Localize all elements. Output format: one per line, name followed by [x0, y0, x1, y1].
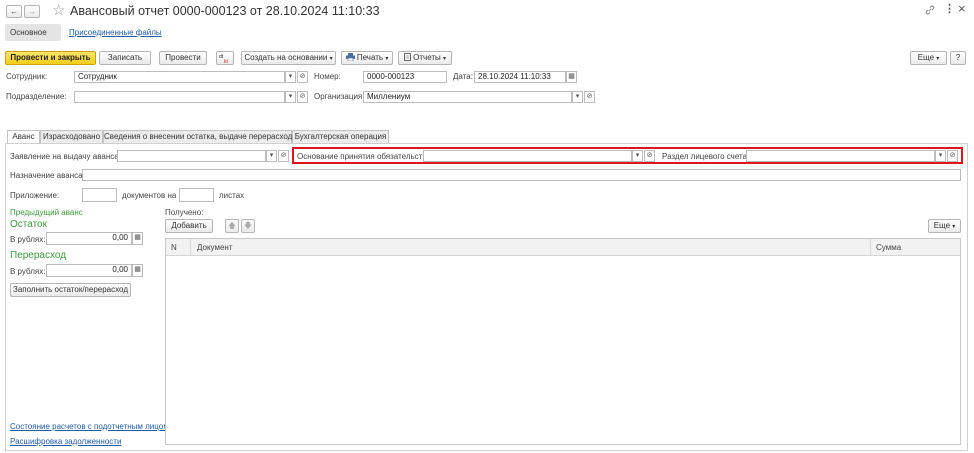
column-header-sum[interactable]: Сумма	[876, 243, 901, 253]
link-icon[interactable]	[924, 4, 936, 16]
dt-kt-button[interactable]: dt kt	[216, 51, 234, 65]
account-section-label: Раздел лицевого счета:	[662, 152, 750, 161]
department-label: Подразделение:	[6, 92, 67, 101]
department-open-link-icon[interactable]: ⊘	[297, 91, 308, 103]
employee-label: Сотрудник:	[6, 72, 48, 81]
advance-request-field[interactable]	[117, 150, 266, 162]
chevron-down-icon: ▾	[329, 56, 333, 62]
sheets-label: листах	[219, 191, 245, 200]
chevron-down-icon: ▾	[443, 56, 447, 62]
department-dropdown-icon[interactable]: ▾	[285, 91, 296, 103]
purpose-label: Назначение аванса:	[10, 171, 85, 180]
printer-icon	[345, 53, 355, 62]
add-button[interactable]: Добавить	[165, 219, 213, 233]
post-and-close-button[interactable]: Провести и закрыть	[5, 51, 96, 65]
received-label: Получено:	[165, 208, 204, 217]
number-label: Номер:	[314, 72, 341, 81]
overspend-rubles-field[interactable]: 0,00	[46, 264, 132, 277]
fill-remainder-button[interactable]: Заполнить остаток/перерасход	[10, 283, 131, 297]
documents-count-field[interactable]	[82, 188, 117, 202]
employee-open-link-icon[interactable]: ⊘	[297, 71, 308, 83]
remainder-rubles-field[interactable]: 0,00	[46, 232, 132, 245]
advance-request-open-link-icon[interactable]: ⊘	[278, 150, 289, 162]
basis-label: Основание принятия обязательства:	[297, 152, 434, 161]
basis-dropdown-icon[interactable]: ▾	[632, 150, 643, 162]
department-field[interactable]	[74, 91, 285, 103]
received-more-button[interactable]: Еще ▾	[928, 219, 961, 233]
number-field[interactable]: 0000-000123	[363, 71, 447, 83]
close-icon[interactable]: ×	[958, 2, 966, 16]
column-header-document[interactable]: Документ	[197, 243, 233, 253]
tab-spent[interactable]: Израсходовано	[40, 130, 103, 143]
column-divider	[190, 239, 191, 255]
remainder-calculator-icon[interactable]: ▦	[132, 232, 143, 245]
print-button[interactable]: Печать ▾	[341, 51, 393, 65]
move-down-button[interactable]: 🡇	[241, 219, 255, 233]
reports-button[interactable]: Отчеты ▾	[398, 51, 452, 65]
overspend-calculator-icon[interactable]: ▦	[132, 264, 143, 277]
organization-label: Организация:	[314, 92, 365, 101]
purpose-field[interactable]	[82, 169, 961, 181]
section-main-label: Основное	[10, 28, 47, 37]
arrow-up-icon: 🡅	[227, 221, 237, 230]
sheets-count-field[interactable]	[179, 188, 214, 202]
remainder-title: Остаток	[10, 219, 47, 230]
documents-on-label: документов на	[122, 191, 177, 200]
column-divider	[870, 239, 871, 255]
employee-dropdown-icon[interactable]: ▾	[285, 71, 296, 83]
remainder-rubles-label: В рублях:	[10, 235, 46, 244]
account-section-dropdown-icon[interactable]: ▾	[935, 150, 946, 162]
favorite-star-icon[interactable]: ☆	[52, 2, 65, 19]
column-header-n[interactable]: N	[171, 243, 177, 253]
forward-button[interactable]: →	[24, 5, 40, 18]
chevron-down-icon: ▾	[936, 56, 940, 62]
table-header	[166, 239, 960, 256]
page-title: Авансовый отчет 0000-000123 от 28.10.202…	[70, 4, 380, 18]
more-button[interactable]: Еще ▾	[910, 51, 947, 65]
save-button[interactable]: Записать	[99, 51, 151, 65]
basis-open-link-icon[interactable]: ⊘	[644, 150, 655, 162]
overspend-rubles-label: В рублях:	[10, 267, 46, 276]
arrow-right-icon: →	[28, 7, 36, 16]
arrow-down-icon: 🡇	[243, 221, 253, 230]
account-section-field[interactable]	[746, 150, 935, 162]
basis-field[interactable]	[423, 150, 632, 162]
debt-breakdown-link[interactable]: Расшифровка задолженности	[10, 437, 121, 447]
report-icon	[403, 53, 411, 61]
employee-field[interactable]: Сотрудник	[74, 71, 285, 83]
move-up-button[interactable]: 🡅	[225, 219, 239, 233]
advance-request-label: Заявление на выдачу аванса:	[10, 152, 121, 161]
chevron-down-icon: ▾	[385, 56, 389, 62]
debit-credit-icon: dtkt	[219, 54, 229, 65]
more-actions-icon[interactable]: ⋮	[944, 3, 955, 16]
create-based-on-button[interactable]: Создать на основании ▾	[241, 51, 336, 65]
organization-field[interactable]: Миллениум	[363, 91, 572, 103]
date-label: Дата:	[453, 72, 473, 81]
account-section-open-link-icon[interactable]: ⊘	[947, 150, 958, 162]
previous-advance-label: Предыдущий аванс	[10, 208, 83, 217]
settlements-status-link[interactable]: Состояние расчетов с подотчетным лицом	[10, 422, 169, 432]
date-field[interactable]: 28.10.2024 11:10:33	[474, 71, 566, 83]
overspend-title: Перерасход	[10, 250, 67, 261]
svg-text:kt: kt	[224, 59, 229, 63]
calendar-icon[interactable]: ▦	[566, 71, 577, 83]
tab-advance[interactable]: Аванс	[7, 130, 40, 144]
received-table[interactable]: N Документ Сумма	[165, 238, 961, 445]
post-button[interactable]: Провести	[159, 51, 207, 65]
tab-remainder-info[interactable]: Сведения о внесении остатка, выдаче пере…	[103, 130, 297, 143]
help-button[interactable]: ?	[950, 51, 966, 65]
organization-dropdown-icon[interactable]: ▾	[572, 91, 583, 103]
arrow-left-icon: ←	[10, 7, 18, 16]
section-attached-files[interactable]: Присоединенные файлы	[69, 28, 162, 38]
chevron-down-icon: ▾	[952, 224, 956, 230]
advance-request-dropdown-icon[interactable]: ▾	[266, 150, 277, 162]
attachment-label: Приложение:	[10, 191, 60, 200]
back-button[interactable]: ←	[6, 5, 22, 18]
organization-open-link-icon[interactable]: ⊘	[584, 91, 595, 103]
tab-accounting-operation[interactable]: Бухгалтерская операция	[292, 130, 389, 143]
